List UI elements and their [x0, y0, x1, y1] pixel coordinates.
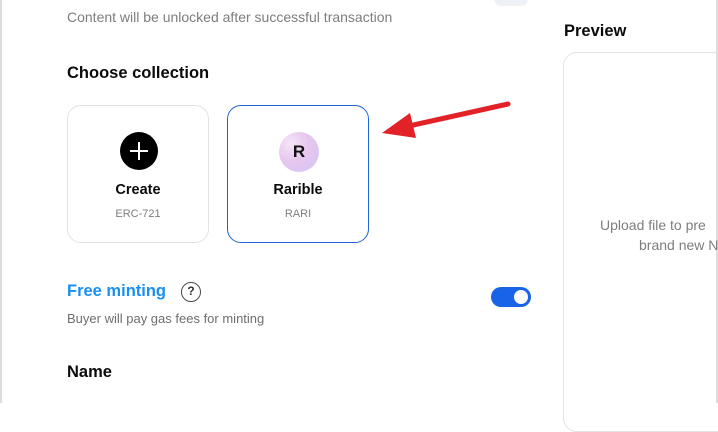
collection-card-create[interactable]: Create ERC-721 [67, 105, 209, 243]
preview-placeholder-line-2: brand new N [639, 237, 718, 253]
collection-card-ticker: RARI [284, 208, 312, 220]
toggle-knob [514, 290, 528, 304]
collection-card-standard: ERC-721 [115, 208, 161, 220]
free-minting-description: Buyer will pay gas fees for minting [67, 311, 265, 326]
rarible-logo-letter: R [292, 142, 306, 161]
rarible-logo-icon: R [279, 132, 319, 172]
preview-placeholder-line-1: Upload file to pre [600, 217, 706, 233]
name-field-title: Name [67, 363, 112, 381]
help-icon[interactable]: ? [181, 282, 201, 302]
preview-title: Preview [564, 22, 627, 40]
collection-card-name: Rarible [273, 182, 323, 198]
choose-collection-title: Choose collection [67, 64, 210, 82]
plus-icon [120, 132, 158, 170]
annotation-arrow-icon [382, 101, 511, 138]
free-minting-title: Free minting [67, 282, 167, 300]
collection-card-name: Create [115, 182, 161, 198]
unlock-hint-text: Content will be unlocked after successfu… [67, 9, 393, 25]
free-minting-toggle[interactable] [491, 287, 531, 307]
left-frame-edge [0, 0, 2, 403]
top-partial-toggle[interactable] [494, 0, 528, 6]
collection-card-rarible[interactable]: R Rarible RARI [227, 105, 369, 243]
